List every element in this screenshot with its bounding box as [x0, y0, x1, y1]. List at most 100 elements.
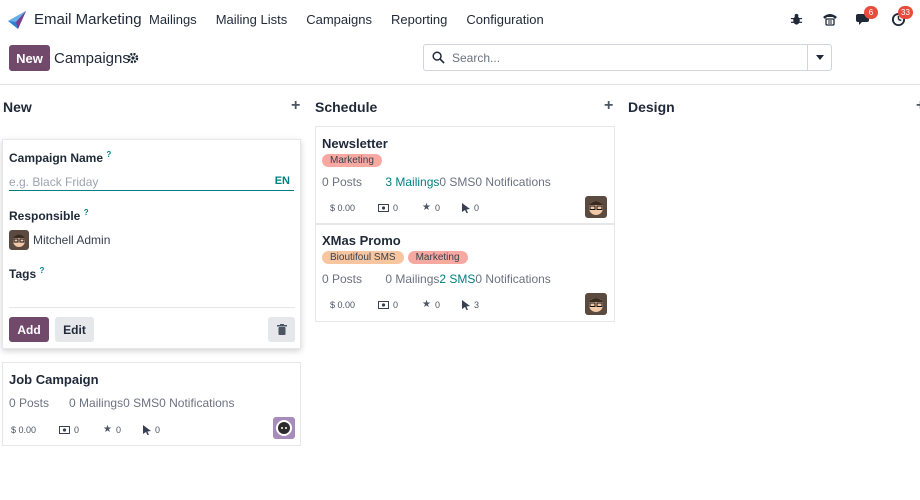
clicks-kpi: 0: [462, 202, 480, 213]
discard-button[interactable]: [268, 317, 295, 342]
avatar: [585, 293, 607, 315]
sms-count[interactable]: 0 SMS: [123, 396, 159, 410]
search-options-toggle[interactable]: [807, 45, 831, 70]
search-input[interactable]: [452, 49, 802, 67]
clicks-kpi: 0: [143, 424, 161, 435]
kanban-card-xmas-promo[interactable]: XMas Promo Bioutifoul SMS Marketing 0 Po…: [315, 224, 615, 322]
star-icon: ★: [103, 424, 112, 435]
money-kpi: 0: [378, 203, 422, 213]
menu-mailing-lists[interactable]: Mailing Lists: [216, 12, 288, 27]
kanban-card-job-campaign[interactable]: Job Campaign 0 Posts 0 Mailings0 SMS0 No…: [2, 362, 301, 446]
control-panel: New Campaigns: [0, 40, 920, 85]
revenue-kpi: $ 0.00: [11, 424, 37, 435]
campaign-name-label: Campaign Name ?: [9, 150, 111, 165]
posts-count: 0 Posts: [322, 175, 363, 189]
card-kpis: $ 0.00 0 ★ 0 0: [330, 202, 479, 213]
menu-campaigns[interactable]: Campaigns: [306, 12, 372, 27]
menu-reporting[interactable]: Reporting: [391, 12, 447, 27]
clicks-value: 0: [155, 424, 161, 435]
page-title: Campaigns: [54, 50, 130, 67]
cursor-icon: [462, 299, 470, 310]
main-menu: Mailings Mailing Lists Campaigns Reporti…: [149, 12, 563, 27]
activities-clock-icon[interactable]: 33: [888, 6, 913, 29]
search-bar: [423, 44, 832, 71]
clicks-value: 3: [474, 299, 480, 310]
help-tooltip-icon[interactable]: ?: [106, 150, 111, 159]
money-kpi: 0: [59, 425, 103, 435]
edit-button[interactable]: Edit: [55, 317, 94, 342]
mailings-count[interactable]: 3 Mailings: [385, 175, 439, 189]
money-value: 0: [74, 424, 80, 435]
clicks-value: 0: [474, 202, 480, 213]
money-value: 0: [393, 202, 399, 213]
card-kpis: $ 0.00 0 ★ 0 0: [11, 424, 160, 435]
card-stats: 0 Posts 0 Mailings2 SMS0 Notifications: [322, 272, 551, 286]
stars-value: 0: [434, 202, 440, 213]
activities-count-badge: 33: [898, 6, 913, 19]
kanban-card-newsletter[interactable]: Newsletter Marketing 0 Posts 3 Mailings0…: [315, 126, 615, 224]
menu-mailings[interactable]: Mailings: [149, 12, 197, 27]
new-button[interactable]: New: [9, 45, 50, 71]
sms-count[interactable]: 0 SMS: [439, 175, 475, 189]
card-stats: 0 Posts 3 Mailings0 SMS0 Notifications: [322, 175, 551, 189]
sms-count[interactable]: 2 SMS: [439, 272, 475, 286]
avatar: [585, 196, 607, 218]
menu-configuration[interactable]: Configuration: [466, 12, 543, 27]
campaign-name-label-text: Campaign Name: [9, 151, 104, 165]
card-title: Newsletter: [322, 136, 388, 151]
help-tooltip-icon[interactable]: ?: [39, 266, 44, 275]
money-icon: [378, 300, 389, 309]
cursor-icon: [462, 202, 470, 213]
systray: 6 33: [786, 6, 913, 29]
card-kpis: $ 0.00 0 ★ 0 3: [330, 299, 479, 310]
tag-bioutifoul-sms: Bioutifoul SMS: [322, 251, 404, 264]
search-icon: [432, 51, 445, 64]
phone-icon[interactable]: [820, 9, 840, 29]
trash-icon: [276, 324, 287, 335]
stars-kpi: ★ 0: [103, 424, 143, 435]
tags-label: Tags ?: [9, 266, 44, 281]
card-tags: Bioutifoul SMS Marketing: [322, 251, 468, 264]
campaign-name-input[interactable]: [9, 173, 294, 191]
card-stats: 0 Posts 0 Mailings0 SMS0 Notifications: [9, 396, 234, 410]
column-title-design: Design: [628, 99, 675, 115]
notifications-count[interactable]: 0 Notifications: [159, 396, 234, 410]
mailings-count[interactable]: 0 Mailings: [385, 272, 439, 286]
star-icon: ★: [422, 299, 431, 310]
gear-icon[interactable]: [127, 52, 139, 64]
responsible-name[interactable]: Mitchell Admin: [33, 233, 110, 247]
avatar: [273, 417, 295, 439]
star-icon: ★: [422, 202, 431, 213]
navbar: Email Marketing Mailings Mailing Lists C…: [0, 0, 920, 40]
money-kpi: 0: [378, 300, 422, 310]
cursor-icon: [143, 424, 151, 435]
column-design-add-icon[interactable]: +: [916, 97, 920, 115]
language-toggle[interactable]: EN: [275, 175, 290, 187]
quick-create-form: Campaign Name ? EN Responsible ? Mitchel…: [2, 139, 301, 349]
add-button[interactable]: Add: [9, 317, 49, 342]
column-schedule-add-icon[interactable]: +: [604, 97, 613, 115]
column-new-add-icon[interactable]: +: [291, 97, 300, 115]
stars-kpi: ★ 0: [422, 299, 462, 310]
caret-down-icon: [815, 55, 824, 60]
email-marketing-logo-icon[interactable]: [7, 10, 27, 30]
messages-chat-icon[interactable]: 6: [854, 6, 878, 29]
tag-marketing: Marketing: [407, 251, 468, 264]
posts-count: 0 Posts: [322, 272, 363, 286]
tags-label-text: Tags: [9, 267, 37, 281]
responsible-label-text: Responsible: [9, 209, 81, 223]
debug-bug-icon[interactable]: [786, 9, 806, 29]
app-name[interactable]: Email Marketing: [34, 11, 142, 28]
revenue-kpi: $ 0.00: [330, 299, 356, 310]
card-tags: Marketing: [322, 154, 382, 167]
mailings-count[interactable]: 0 Mailings: [69, 396, 123, 410]
card-title: Job Campaign: [9, 372, 99, 387]
column-title-schedule: Schedule: [315, 99, 378, 115]
help-tooltip-icon[interactable]: ?: [84, 208, 89, 217]
tag-marketing: Marketing: [322, 154, 382, 167]
notifications-count[interactable]: 0 Notifications: [475, 175, 550, 189]
divider: [9, 307, 295, 308]
messages-count-badge: 6: [864, 6, 878, 19]
notifications-count[interactable]: 0 Notifications: [475, 272, 550, 286]
avatar: [9, 230, 29, 250]
